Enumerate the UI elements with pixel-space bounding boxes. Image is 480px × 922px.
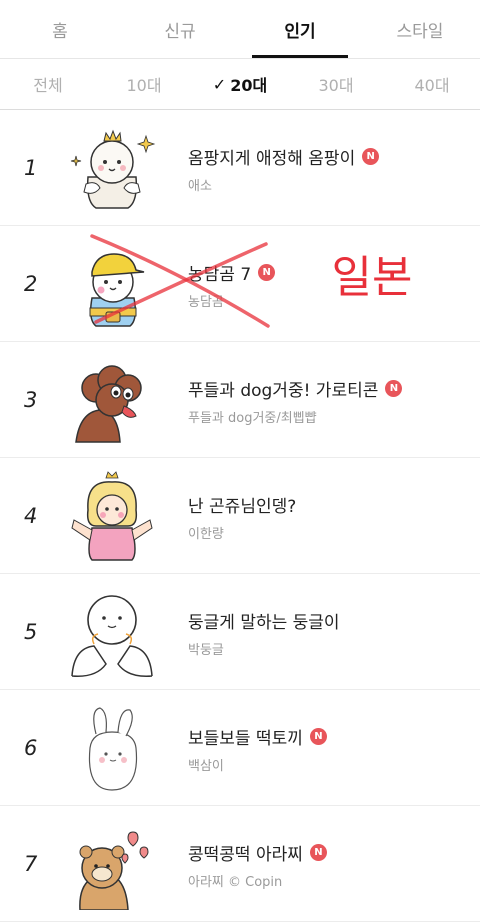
item-author: 백삼이	[188, 759, 224, 774]
sticker-thumbnail-icon	[75, 365, 142, 443]
filter-all[interactable]: 전체	[0, 59, 96, 109]
item-title: 농담곰 7 N	[188, 260, 470, 285]
sticker-thumbnail-icon	[71, 595, 153, 677]
new-badge-icon: N	[309, 844, 327, 861]
item-title: 옴팡지게 애정해 옴팡이 N	[188, 144, 470, 169]
sticker-thumbnail-icon	[88, 707, 138, 791]
list-item[interactable]: 4 난 곤쥬님인뎅? 이한량	[0, 458, 480, 574]
filter-20s[interactable]: ✓ 20대	[192, 59, 288, 109]
item-info: 옴팡지게 애정해 옴팡이 N 애소	[188, 144, 470, 194]
item-author: 박둥글	[188, 643, 224, 658]
item-title: 난 곤쥬님인뎅?	[188, 492, 470, 517]
item-info: 난 곤쥬님인뎅? 이한량	[188, 492, 470, 542]
list-item[interactable]: 1 옴팡지게 애정해 옴팡이 N 애소	[0, 110, 480, 226]
new-badge-icon: N	[258, 264, 276, 281]
item-info: 콩떡콩떡 아라찌 N 아라찌 © Copin	[188, 840, 470, 890]
rank-number: 3	[24, 387, 38, 412]
item-title: 둥글게 말하는 둥글이	[188, 608, 470, 633]
item-author: 푸들과 dog거중/최삡뺩	[188, 411, 317, 426]
age-filter-bar: 전체 10대 ✓ 20대 30대 40대	[0, 59, 480, 109]
item-info: 둥글게 말하는 둥글이 박둥글	[188, 608, 470, 658]
item-author: 농담곰	[188, 295, 224, 310]
rank-number: 4	[24, 503, 38, 528]
item-author: 이한량	[188, 527, 224, 542]
item-title-text: 난 곤쥬님인뎅?	[188, 497, 297, 517]
sticker-thumbnail-icon	[71, 471, 153, 561]
item-info: 농담곰 7 N 농담곰	[188, 260, 470, 310]
item-info: 보들보들 떡토끼 N 백삼이	[188, 724, 470, 774]
ranking-list: 1 옴팡지게 애정해 옴팡이 N 애소 2 농담곰 7 N 농담곰 3 푸들과 …	[0, 110, 480, 922]
check-icon: ✓	[212, 74, 227, 94]
list-item[interactable]: 7 콩떡콩떡 아라찌 N 아라찌 © Copin	[0, 806, 480, 922]
filter-20s-label: 20대	[230, 76, 268, 95]
item-title-text: 푸들과 dog거중! 가로티콘	[188, 381, 379, 401]
rank-number: 1	[24, 155, 38, 180]
filter-10s[interactable]: 10대	[96, 59, 192, 109]
filter-30s[interactable]: 30대	[288, 59, 384, 109]
tab-popular[interactable]: 인기	[240, 0, 360, 58]
filter-40s[interactable]: 40대	[384, 59, 480, 109]
rank-number: 5	[24, 619, 38, 644]
item-title: 보들보들 떡토끼 N	[188, 724, 470, 749]
tab-new[interactable]: 신규	[120, 0, 240, 58]
tab-style[interactable]: 스타일	[360, 0, 480, 58]
sticker-thumbnail-icon	[79, 831, 149, 910]
list-item[interactable]: 3 푸들과 dog거중! 가로티콘 N 푸들과 dog거중/최삡뺩	[0, 342, 480, 458]
item-title-text: 농담곰 7	[188, 265, 252, 285]
item-title-text: 보들보들 떡토끼	[188, 729, 303, 749]
list-item[interactable]: 2 농담곰 7 N 농담곰	[0, 226, 480, 342]
top-tab-bar: 홈 신규 인기 스타일	[0, 0, 480, 58]
item-title-text: 콩떡콩떡 아라찌	[188, 845, 303, 865]
item-title: 콩떡콩떡 아라찌 N	[188, 840, 470, 865]
sticker-thumbnail-icon	[70, 129, 156, 209]
item-title-text: 둥글게 말하는 둥글이	[188, 613, 340, 633]
item-info: 푸들과 dog거중! 가로티콘 N 푸들과 dog거중/최삡뺩	[188, 376, 470, 426]
item-title-text: 옴팡지게 애정해 옴팡이	[188, 149, 356, 169]
rank-number: 6	[24, 735, 38, 760]
rank-number: 7	[24, 851, 38, 876]
new-badge-icon: N	[362, 148, 380, 165]
tab-home[interactable]: 홈	[0, 0, 120, 58]
list-item[interactable]: 6 보들보들 떡토끼 N 백삼이	[0, 690, 480, 806]
rank-number: 2	[24, 271, 38, 296]
sticker-thumbnail-icon	[89, 253, 145, 327]
new-badge-icon: N	[385, 380, 403, 397]
list-item[interactable]: 5 둥글게 말하는 둥글이 박둥글	[0, 574, 480, 690]
item-author: 아라찌 © Copin	[188, 875, 283, 890]
new-badge-icon: N	[309, 728, 327, 745]
item-title: 푸들과 dog거중! 가로티콘 N	[188, 376, 470, 401]
item-author: 애소	[188, 179, 212, 194]
